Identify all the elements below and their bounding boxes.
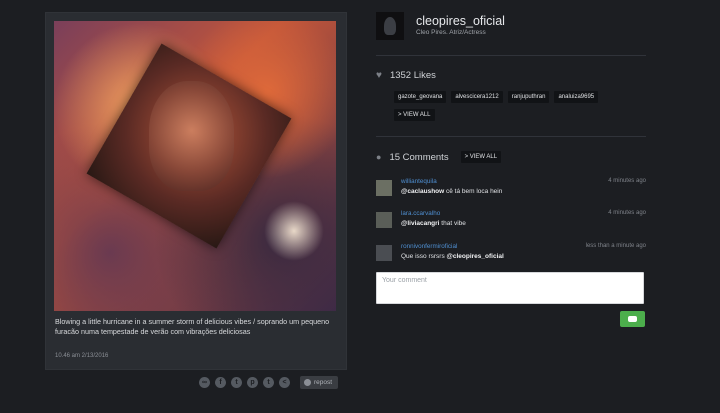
facebook-icon[interactable]: f: [215, 376, 226, 388]
liker-tag[interactable]: gazote_geovana: [394, 91, 447, 103]
liker-tag[interactable]: alvescicera1212: [451, 91, 503, 103]
comment-mention[interactable]: @caclaushow: [401, 188, 444, 195]
comment-user[interactable]: lara.ccarvalho: [401, 210, 440, 217]
view-all-likes-button[interactable]: > VIEW ALL: [394, 109, 435, 121]
share-bar: ∞ f t p t < repost: [199, 375, 339, 389]
post-timestamp: 10.46 am 2/13/2016: [55, 353, 109, 359]
comment-item: ronnivonfermiroficial Que isso rsrsrs @c…: [376, 243, 646, 271]
post-card: Blowing a little hurricane in a summer s…: [45, 12, 347, 370]
commenter-avatar[interactable]: [376, 212, 392, 228]
photo-glow: [264, 201, 324, 261]
twitter-icon[interactable]: t: [231, 376, 242, 388]
profile-fullname: Cleo Pires. Atriz/Actress: [416, 29, 486, 36]
view-all-comments-button[interactable]: > VIEW ALL: [460, 151, 502, 163]
divider: [376, 136, 646, 137]
comment-time: 4 minutes ago: [608, 210, 646, 216]
comment-body: cê tá bem loca hein: [444, 188, 503, 195]
profile-username[interactable]: cleopires_oficial: [416, 14, 505, 28]
comment-input[interactable]: Your comment: [376, 272, 644, 304]
tumblr-icon[interactable]: t: [263, 376, 274, 388]
likes-header: ♥ 1352 Likes: [376, 70, 436, 81]
likers-list: gazote_geovana alvescicera1212 ranjuputh…: [394, 91, 599, 103]
comment-time: 4 minutes ago: [608, 178, 646, 184]
commenter-avatar[interactable]: [376, 180, 392, 196]
comment-text: @caclaushow cê tá bem loca hein: [401, 188, 502, 195]
photo-face: [149, 81, 234, 191]
comments-count: 15 Comments: [389, 151, 449, 163]
comment-mention[interactable]: @liviacangri: [401, 220, 440, 227]
repost-button[interactable]: repost: [300, 375, 339, 389]
pinterest-icon[interactable]: p: [247, 376, 258, 388]
comment-text: Que isso rsrsrs @cleopires_oficial: [401, 253, 504, 260]
comment-body: that vibe: [439, 220, 466, 227]
comment-item: williantequila @caclaushow cê tá bem loc…: [376, 178, 646, 206]
comment-item: lara.ccarvalho @liviacangri that vibe 4 …: [376, 210, 646, 238]
liker-tag[interactable]: ranjuputhran: [507, 91, 550, 103]
repost-label: repost: [314, 378, 333, 386]
comment-text: @liviacangri that vibe: [401, 220, 466, 227]
divider: [376, 55, 646, 56]
repost-icon: [304, 378, 311, 386]
comment-user[interactable]: williantequila: [401, 178, 437, 185]
profile-avatar[interactable]: [376, 12, 404, 40]
send-comment-button[interactable]: [620, 311, 645, 327]
avatar-figure: [384, 17, 396, 35]
link-icon[interactable]: ∞: [199, 376, 210, 388]
comment-mention[interactable]: @cleopires_oficial: [447, 253, 504, 260]
comment-icon: ●: [376, 152, 382, 162]
commenter-avatar[interactable]: [376, 245, 392, 261]
comments-header: ● 15 Comments > VIEW ALL: [376, 151, 502, 163]
post-caption: Blowing a little hurricane in a summer s…: [55, 317, 330, 336]
share-icon[interactable]: <: [279, 376, 290, 388]
liker-tag[interactable]: analuiza9695: [554, 91, 599, 103]
comment-time: less than a minute ago: [585, 243, 646, 249]
chat-bubble-icon: [628, 316, 637, 322]
post-photo[interactable]: [54, 21, 336, 311]
heart-icon: ♥: [376, 70, 382, 81]
comment-body: Que isso rsrsrs: [401, 253, 447, 260]
likes-count: 1352 Likes: [389, 70, 436, 81]
comment-user[interactable]: ronnivonfermiroficial: [401, 243, 457, 250]
